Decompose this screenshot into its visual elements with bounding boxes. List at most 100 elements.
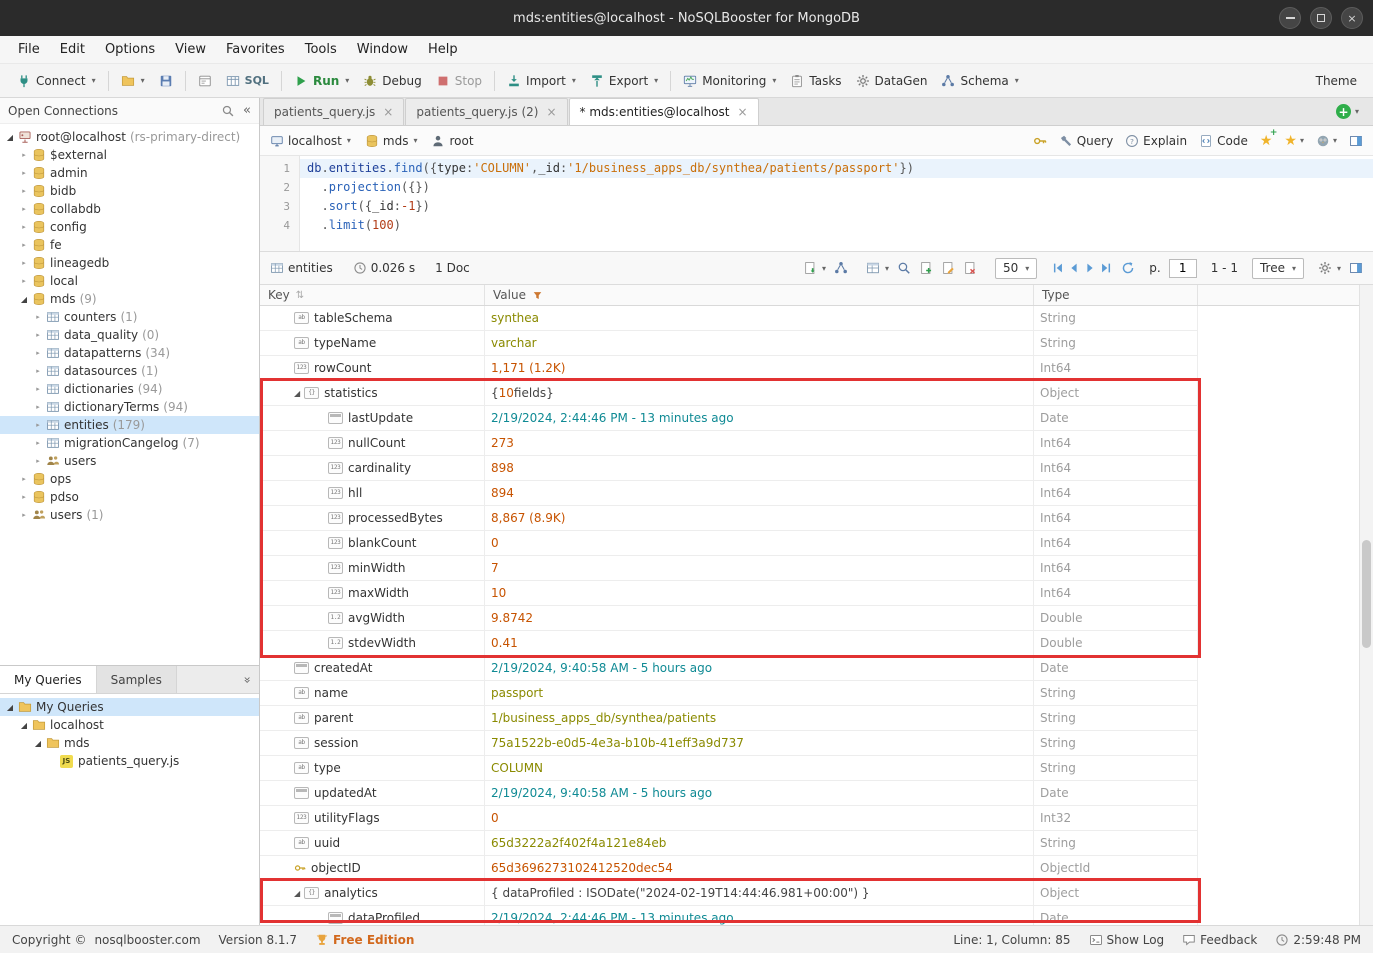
expand-arrow-icon[interactable]: ▸ — [18, 493, 30, 501]
datagen-button[interactable]: DataGen — [849, 71, 935, 91]
table-row[interactable]: 123rowCount1,171 (1.2K)Int64 — [260, 356, 1198, 381]
conn-item-external[interactable]: ▸$external — [0, 146, 259, 164]
conn-item-data_quality[interactable]: ▸data_quality(0) — [0, 326, 259, 344]
table-row[interactable]: abtypeCOLUMNString — [260, 756, 1198, 781]
table-row[interactable]: updatedAt2/19/2024, 9:40:58 AM - 5 hours… — [260, 781, 1198, 806]
expand-arrow-icon[interactable]: ▸ — [32, 313, 44, 321]
filter-icon[interactable] — [532, 290, 543, 301]
expand-arrow-icon[interactable]: ▸ — [18, 475, 30, 483]
menu-item-tools[interactable]: Tools — [295, 42, 347, 57]
table-row[interactable]: ◢{}statistics{10 fields}Object — [260, 381, 1198, 406]
conn-item-local[interactable]: ▸local — [0, 272, 259, 290]
conn-item-ops[interactable]: ▸ops — [0, 470, 259, 488]
expand-arrow-icon[interactable]: ▸ — [32, 403, 44, 411]
editor-tab[interactable]: * mds:entities@localhost× — [569, 98, 759, 125]
add-favorite-button[interactable]: ★+ — [1260, 134, 1273, 148]
expand-arrow-icon[interactable]: ▸ — [18, 259, 30, 267]
refresh-icon[interactable] — [1121, 261, 1135, 275]
query-item-patients_query-js[interactable]: JSpatients_query.js — [0, 752, 259, 770]
table-row[interactable]: abtableSchemasyntheaString — [260, 306, 1198, 331]
scrollbar-thumb[interactable] — [1362, 540, 1371, 648]
expand-arrow-icon[interactable]: ▸ — [18, 277, 30, 285]
table-row[interactable]: 123nullCount273Int64 — [260, 431, 1198, 456]
conn-item-mds[interactable]: ◢mds(9) — [0, 290, 259, 308]
expand-arrow-icon[interactable]: ▸ — [18, 169, 30, 177]
table-row[interactable]: createdAt2/19/2024, 9:40:58 AM - 5 hours… — [260, 656, 1198, 681]
collapse-arrow-icon[interactable]: ◢ — [18, 295, 30, 304]
conn-item-config[interactable]: ▸config — [0, 218, 259, 236]
conn-item-users[interactable]: ▸users(1) — [0, 506, 259, 524]
table-row[interactable]: 123cardinality898Int64 — [260, 456, 1198, 481]
conn-item-datapatterns[interactable]: ▸datapatterns(34) — [0, 344, 259, 362]
save-button[interactable] — [152, 71, 180, 91]
table-row[interactable]: 123utilityFlags0Int32 — [260, 806, 1198, 831]
view-mode-select[interactable]: Tree ▾ — [1252, 258, 1304, 279]
code-button[interactable]: Code — [1199, 134, 1248, 148]
conn-item-fe[interactable]: ▸fe — [0, 236, 259, 254]
close-tab-icon[interactable]: × — [383, 105, 393, 119]
table-row[interactable]: 123blankCount0Int64 — [260, 531, 1198, 556]
table-row[interactable]: objectID65d3696273102412520dec54ObjectId — [260, 856, 1198, 881]
database-selector[interactable]: mds ▾ — [365, 134, 418, 148]
first-page-button[interactable] — [1051, 261, 1065, 275]
conn-item-dictionaryterms[interactable]: ▸dictionaryTerms(94) — [0, 398, 259, 416]
code-line[interactable]: 1db.entities.find({type:'COLUMN',_id:'1/… — [260, 159, 1373, 178]
table-row[interactable]: abnamepassportString — [260, 681, 1198, 706]
theme-selector[interactable]: Theme — [1316, 74, 1357, 88]
query-item-localhost[interactable]: ◢localhost — [0, 716, 259, 734]
expand-arrow-icon[interactable]: ▸ — [32, 457, 44, 465]
collapse-arrow-icon[interactable]: ◢ — [294, 389, 300, 398]
search-icon[interactable] — [221, 104, 235, 118]
expand-arrow-icon[interactable]: ▸ — [32, 367, 44, 375]
table-row[interactable]: 123hll894Int64 — [260, 481, 1198, 506]
toggle-panel-button[interactable] — [1349, 134, 1363, 148]
new-tab-button[interactable]: +▾ — [1336, 104, 1359, 119]
query-builder-button[interactable]: Query — [1059, 134, 1113, 148]
debug-button[interactable]: Debug — [356, 71, 428, 91]
conn-item-lineagedb[interactable]: ▸lineagedb — [0, 254, 259, 272]
table-row[interactable]: 123minWidth7Int64 — [260, 556, 1198, 581]
expand-arrow-icon[interactable]: ▸ — [18, 511, 30, 519]
export-button[interactable]: Export ▾ — [583, 71, 665, 91]
schema-button[interactable]: Schema ▾ — [934, 71, 1025, 91]
table-row[interactable]: 1.2stdevWidth0.41Double — [260, 631, 1198, 656]
expand-arrow-icon[interactable]: ▸ — [18, 241, 30, 249]
edition-badge[interactable]: Free Edition — [315, 933, 414, 947]
table-row[interactable]: 123processedBytes8,867 (8.9K)Int64 — [260, 506, 1198, 531]
collapse-sidebar-icon[interactable]: « — [243, 103, 251, 118]
explain-button[interactable]: ? Explain — [1125, 134, 1187, 148]
close-button[interactable]: × — [1341, 7, 1363, 29]
delete-document-button[interactable] — [963, 261, 977, 275]
collapse-arrow-icon[interactable]: ◢ — [4, 703, 16, 712]
analyze-schema-button[interactable] — [834, 261, 848, 275]
page-size-select[interactable]: 50 ▾ — [995, 258, 1037, 279]
edit-document-button[interactable] — [941, 261, 955, 275]
conn-item-migrationcangelog[interactable]: ▸migrationCangelog(7) — [0, 434, 259, 452]
maximize-button[interactable] — [1310, 7, 1332, 29]
chevron-double-down-icon[interactable]: » — [240, 676, 254, 683]
connect-button[interactable]: Connect ▾ — [10, 71, 103, 91]
conn-item-dictionaries[interactable]: ▸dictionaries(94) — [0, 380, 259, 398]
collapse-arrow-icon[interactable]: ◢ — [18, 721, 30, 730]
column-header-type[interactable]: Type — [1034, 285, 1198, 305]
expand-arrow-icon[interactable]: ▸ — [18, 187, 30, 195]
menu-item-view[interactable]: View — [165, 42, 216, 57]
conn-item-bidb[interactable]: ▸bidb — [0, 182, 259, 200]
sql-button[interactable]: SQL — [219, 71, 276, 91]
feedback-button[interactable]: Feedback — [1182, 933, 1257, 947]
close-tab-icon[interactable]: × — [546, 105, 556, 119]
expand-arrow-icon[interactable]: ▸ — [32, 439, 44, 447]
code-line[interactable]: 3 .sort({_id:-1}) — [260, 197, 1373, 216]
expand-arrow-icon[interactable]: ▸ — [32, 349, 44, 357]
expand-arrow-icon[interactable]: ▸ — [18, 151, 30, 159]
run-button[interactable]: Run ▾ — [287, 71, 356, 91]
expand-arrow-icon[interactable]: ▸ — [32, 421, 44, 429]
tasks-button[interactable]: Tasks — [783, 71, 848, 91]
export-results-button[interactable]: ▾ — [803, 261, 826, 275]
auth-key-button[interactable] — [1033, 134, 1047, 148]
conn-item-admin[interactable]: ▸admin — [0, 164, 259, 182]
query-item-mds[interactable]: ◢mds — [0, 734, 259, 752]
close-tab-icon[interactable]: × — [738, 105, 748, 119]
conn-item-users[interactable]: ▸users — [0, 452, 259, 470]
conn-item-entities[interactable]: ▸entities(179) — [0, 416, 259, 434]
